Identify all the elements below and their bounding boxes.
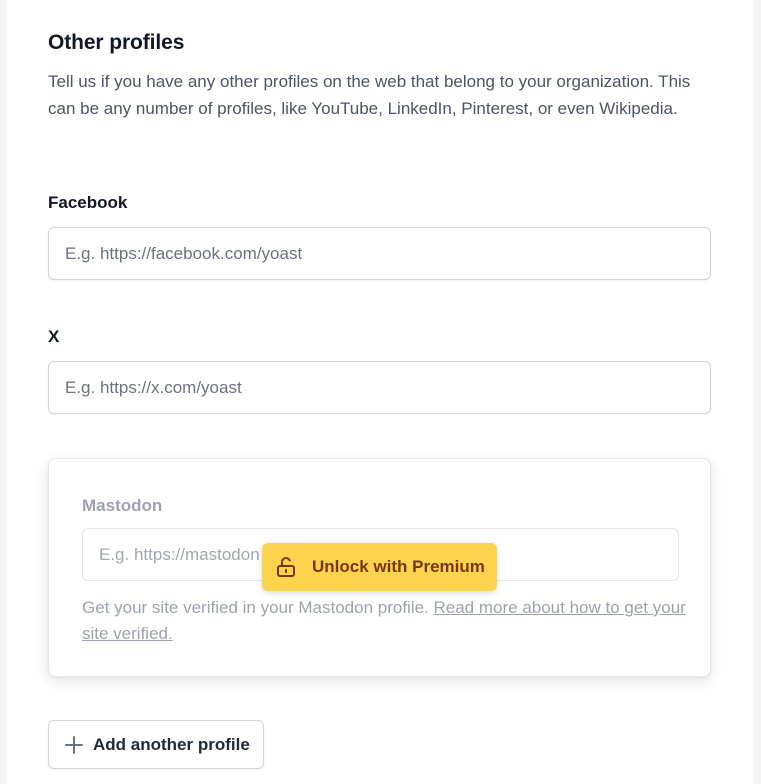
mastodon-help-label: Get your site verified in your Mastodon … xyxy=(82,598,434,617)
add-profile-label: Add another profile xyxy=(93,734,250,754)
mastodon-help-text: Get your site verified in your Mastodon … xyxy=(82,595,692,647)
settings-panel: Other profiles Tell us if you have any o… xyxy=(6,0,754,784)
plus-icon xyxy=(63,734,85,756)
add-profile-button[interactable]: Add another profile xyxy=(48,720,264,769)
facebook-label: Facebook xyxy=(48,193,128,212)
facebook-input[interactable] xyxy=(48,227,711,280)
x-input[interactable] xyxy=(48,361,711,414)
section-title: Other profiles xyxy=(48,31,185,54)
unlock-premium-label: Unlock with Premium xyxy=(312,557,485,576)
section-description: Tell us if you have any other profiles o… xyxy=(48,72,691,118)
x-label: X xyxy=(48,327,60,346)
unlock-premium-button[interactable]: Unlock with Premium xyxy=(262,543,497,591)
mastodon-label: Mastodon xyxy=(82,496,163,515)
lock-open-icon xyxy=(274,555,298,579)
